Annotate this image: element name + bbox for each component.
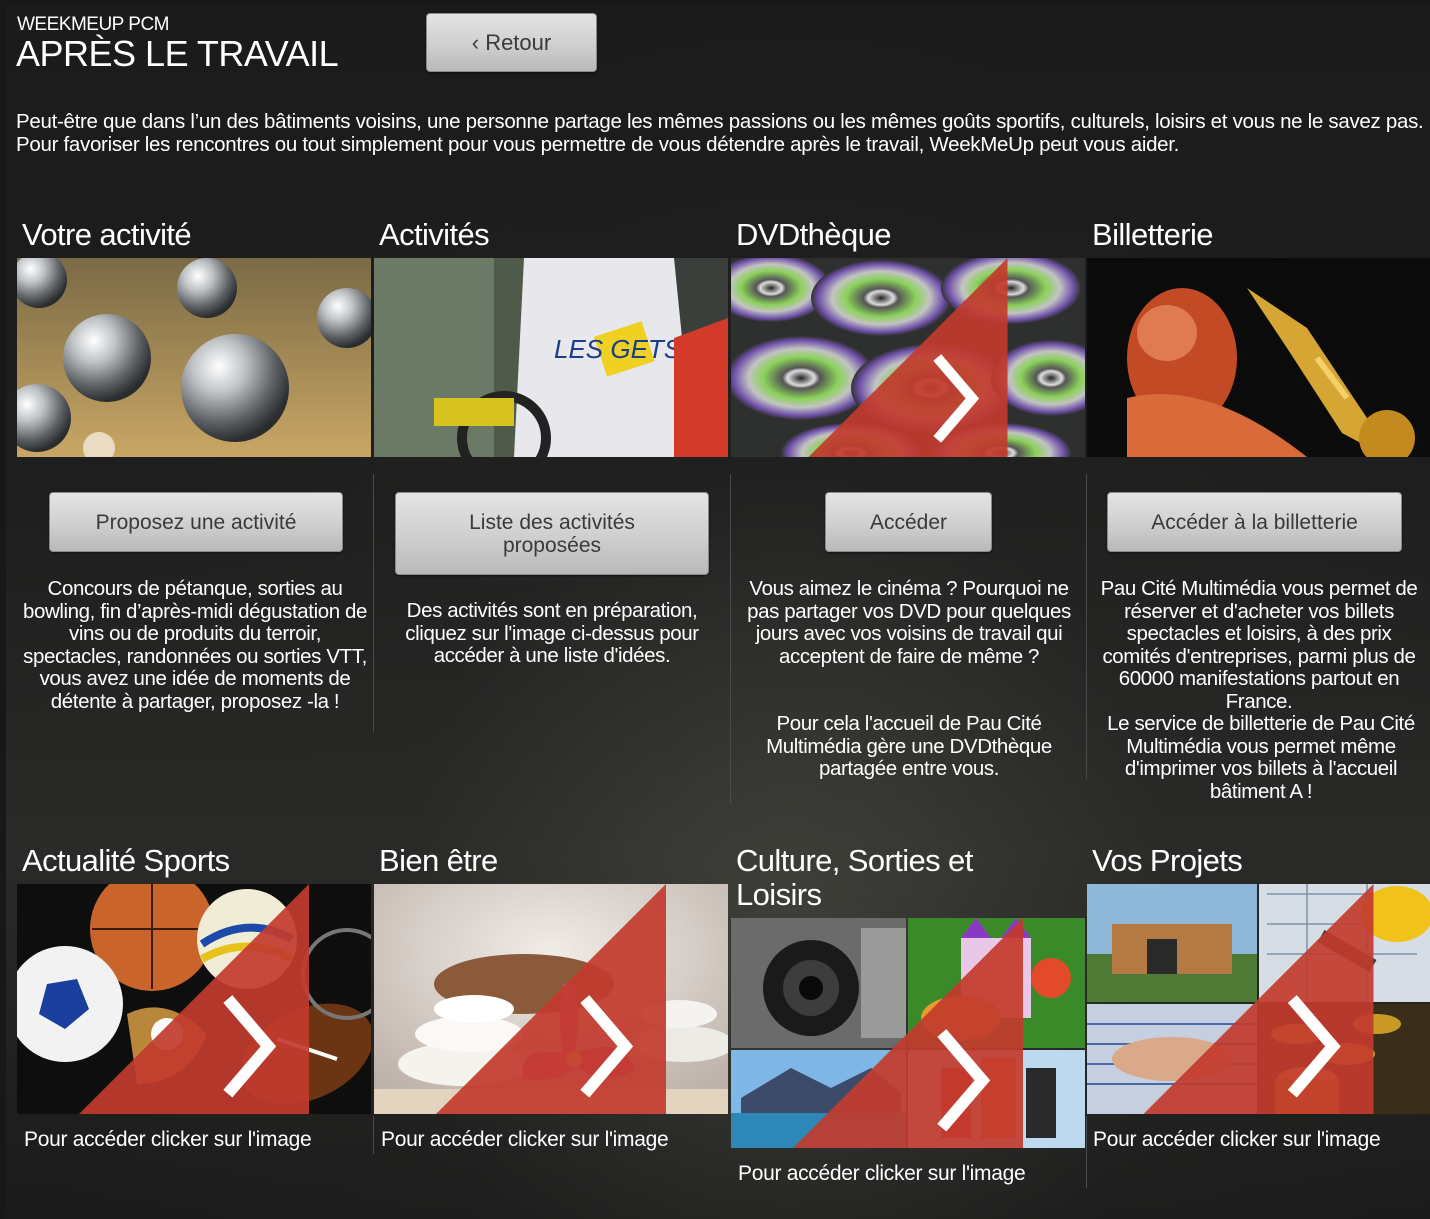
title-activites: Activités (379, 217, 490, 252)
svg-text:LES GETS: LES GETS (554, 334, 682, 364)
chevron-right-icon (808, 258, 1008, 457)
dvdtheque-access-button[interactable]: Accéder (825, 492, 992, 552)
title-billetterie: Billetterie (1092, 217, 1214, 252)
intro-text: Peut-être que dans l’un des bâtiments vo… (16, 110, 1424, 156)
culture-caption: Pour accéder clicker sur l'image (738, 1162, 1026, 1185)
title-culture: Culture, Sorties et Loisirs (736, 843, 973, 912)
activites-description: Des activités sont en préparation, cliqu… (405, 599, 699, 667)
billetterie-description: Pau Cité Multimédia vous permet de réser… (1100, 577, 1418, 713)
sports-image[interactable] (17, 884, 371, 1114)
column-divider (373, 474, 374, 732)
bien-etre-caption: Pour accéder clicker sur l'image (381, 1128, 669, 1151)
column-divider (1086, 474, 1087, 779)
column-divider (373, 1116, 374, 1154)
saxophone-image[interactable] (1087, 258, 1430, 457)
back-button[interactable]: ‹ Retour (426, 13, 597, 72)
bien-etre-image[interactable] (374, 884, 728, 1114)
billetterie-description-2: Le service de billetterie de Pau Cité Mu… (1107, 712, 1415, 803)
votre-activite-description: Concours de pétanque, sorties au bowling… (22, 577, 368, 713)
chevron-right-icon (436, 884, 666, 1114)
billetterie-access-button[interactable]: Accéder à la billetterie (1107, 492, 1402, 552)
title-dvdtheque: DVDthèque (736, 217, 891, 252)
chevron-right-icon (79, 884, 309, 1114)
propose-activity-button[interactable]: Proposez une activité (49, 492, 343, 552)
projets-caption: Pour accéder clicker sur l'image (1093, 1128, 1381, 1151)
culture-image[interactable] (731, 918, 1085, 1148)
bike-race-image[interactable]: LES GETS (374, 258, 728, 457)
title-votre-activite: Votre activité (22, 217, 192, 252)
dvdtheque-description: Vous aimez le cinéma ? Pourquoi ne pas p… (747, 577, 1071, 668)
chevron-right-icon (1143, 884, 1374, 1114)
activities-list-button[interactable]: Liste des activités proposées (395, 492, 709, 575)
projets-image[interactable] (1087, 884, 1430, 1114)
title-actualite-sports: Actualité Sports (22, 843, 230, 878)
chevron-right-icon (793, 918, 1023, 1148)
dvd-discs-image[interactable] (731, 258, 1085, 457)
column-divider (730, 474, 731, 804)
petanque-image[interactable] (17, 258, 371, 457)
page: WEEKMEUP PCM APRÈS LE TRAVAIL ‹ Retour P… (6, 4, 1430, 1219)
title-vos-projets: Vos Projets (1092, 843, 1243, 878)
column-divider (1086, 1116, 1087, 1188)
dvdtheque-description-2: Pour cela l'accueil de Pau Cité Multiméd… (766, 712, 1052, 780)
title-bien-etre: Bien être (379, 843, 498, 878)
page-title: APRÈS LE TRAVAIL (16, 33, 339, 74)
sports-caption: Pour accéder clicker sur l'image (24, 1128, 312, 1151)
